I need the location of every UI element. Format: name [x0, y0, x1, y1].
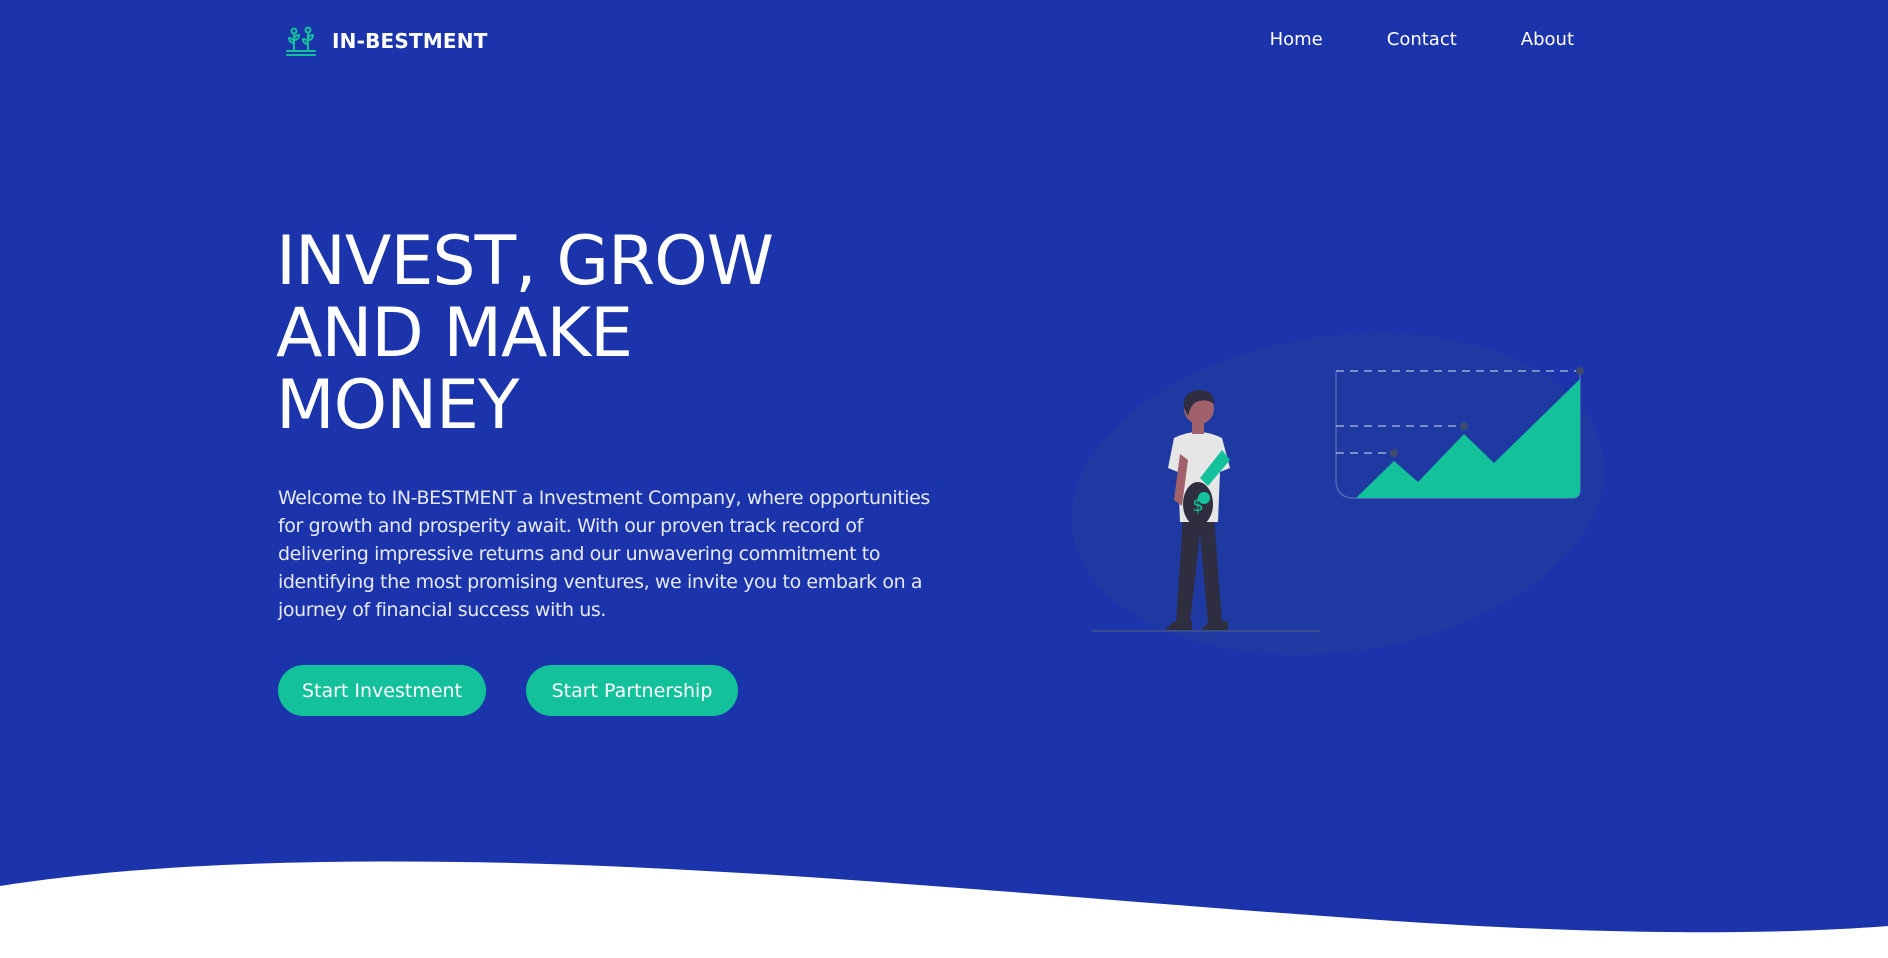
- start-partnership-button[interactable]: Start Partnership: [526, 665, 738, 716]
- brand-name: IN-BESTMENT: [332, 29, 488, 53]
- hero-title: INVEST, GROW AND MAKE MONEY: [276, 226, 896, 442]
- nav-link-contact[interactable]: Contact: [1387, 29, 1457, 50]
- hero-title-line-1: INVEST, GROW: [276, 222, 774, 301]
- hero-description: Welcome to IN-BESTMENT a Investment Comp…: [278, 487, 930, 621]
- start-investment-button[interactable]: Start Investment: [278, 665, 486, 716]
- nav-link-home[interactable]: Home: [1270, 29, 1323, 50]
- hero-section: IN-BESTMENT Home Contact About INVEST, G…: [0, 0, 1888, 958]
- investment-growth-illustration: $: [1071, 333, 1605, 655]
- hero-title-line-2: AND MAKE: [276, 294, 633, 373]
- brand-logo[interactable]: IN-BESTMENT: [284, 24, 488, 58]
- hero-title-line-3: MONEY: [276, 366, 520, 445]
- nav-link-about[interactable]: About: [1521, 29, 1574, 50]
- sprout-plant-icon: [286, 26, 316, 56]
- main-nav: Home Contact About: [1270, 29, 1574, 50]
